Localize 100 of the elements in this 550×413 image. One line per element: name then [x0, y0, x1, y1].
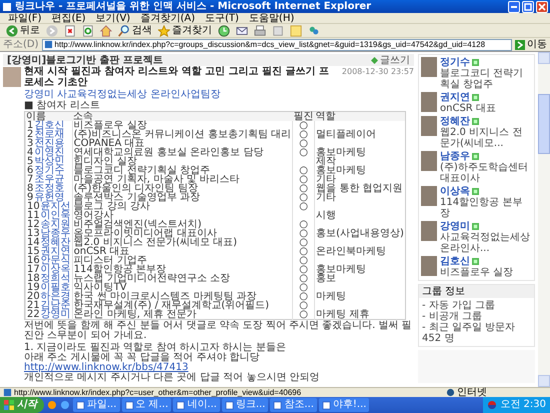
table-cell: 제작: [314, 157, 406, 166]
info-item: - 최근 일주일 방문자 452 명: [422, 322, 516, 344]
table-cell: ○: [292, 310, 315, 320]
row-number: 9: [27, 193, 34, 202]
name-link[interactable]: 강영미: [40, 310, 71, 319]
row-number: 22: [27, 310, 40, 319]
maximize-icon: [524, 2, 532, 10]
status-icon: [472, 59, 479, 66]
member-name[interactable]: 강영미: [440, 221, 470, 232]
favorites-button[interactable]: 즐겨찾기: [158, 24, 212, 36]
member-name[interactable]: 김호신: [440, 256, 470, 267]
print-icon[interactable]: [254, 24, 266, 36]
close-button[interactable]: [536, 0, 548, 12]
name-link[interactable]: 조우균: [34, 175, 64, 184]
menu-item[interactable]: 파일(F): [8, 12, 42, 24]
table-cell: 블로그코디 전략기획실 창업주: [72, 166, 293, 175]
history-icon[interactable]: [218, 24, 230, 36]
member-title: onCSR 대표: [440, 103, 497, 114]
taskbar-button[interactable]: 참조...: [270, 398, 317, 412]
menu-item[interactable]: 즐겨찾기(A): [140, 12, 195, 24]
home-icon[interactable]: [100, 24, 112, 36]
taskbar-button[interactable]: 네이...: [173, 398, 220, 412]
name-link[interactable]: 전진용: [34, 139, 64, 148]
row-number: 20: [27, 292, 40, 301]
language-icon[interactable]: [487, 400, 498, 410]
column-header: 역할: [314, 112, 406, 121]
name-link[interactable]: 안문식: [40, 256, 71, 265]
name-link[interactable]: 유헌영: [34, 193, 64, 202]
refresh-icon[interactable]: [82, 24, 94, 36]
member-name[interactable]: 정혜잔: [440, 116, 470, 127]
group-title: [강영미]블로그기반 출판 프로젝트: [7, 54, 164, 66]
name-link[interactable]: 천로재: [34, 130, 64, 139]
name-link[interactable]: 정혜잔: [40, 238, 71, 247]
back-button[interactable]: 뒤로: [6, 24, 40, 36]
author-link[interactable]: 강영미 사교육걱정없는세상 온라인사업팀장: [24, 89, 414, 100]
photo-placeholder: [421, 221, 437, 241]
taskbar-button[interactable]: 야후!...: [318, 398, 370, 412]
name-link[interactable]: 윤지선: [40, 202, 71, 211]
name-link[interactable]: 김호신: [34, 121, 64, 130]
row-number: 11: [27, 211, 40, 220]
quick-launch-icon[interactable]: [47, 400, 57, 410]
row-number: 14: [27, 238, 40, 247]
table-cell: ○: [292, 265, 315, 274]
name-link[interactable]: 조정호: [34, 184, 64, 193]
name-link[interactable]: 이상옥: [40, 265, 71, 274]
status-icon: [472, 223, 479, 230]
stop-icon[interactable]: [64, 24, 76, 36]
name-link[interactable]: 김남준: [40, 301, 71, 310]
photo-placeholder: [421, 256, 437, 276]
table-cell: ○: [292, 202, 315, 211]
name-link[interactable]: 남종우: [40, 229, 71, 238]
member-name[interactable]: 권지연: [440, 92, 470, 103]
table-cell: 기타: [314, 175, 406, 184]
messenger-icon[interactable]: [308, 24, 320, 36]
panel-title: 그룹 정보: [419, 285, 534, 298]
status-icon: [472, 153, 479, 160]
write-link[interactable]: 글쓰기: [371, 54, 410, 66]
mail-icon[interactable]: [236, 24, 248, 36]
name-link[interactable]: 이인욱: [40, 211, 71, 220]
note-icon[interactable]: [290, 24, 302, 36]
maximize-button[interactable]: [522, 0, 534, 12]
start-button[interactable]: 시작: [0, 397, 44, 413]
taskbar-button[interactable]: 오 제...: [122, 398, 172, 412]
name-link[interactable]: 송지원: [40, 220, 71, 229]
menu-item[interactable]: 도구(T): [205, 12, 239, 24]
window-title: 링크나우 - 프로페셔널을 위한 인맥 서비스 - Microsoft Internet Explorer: [15, 0, 372, 12]
table-cell: 홍보마케팅: [314, 265, 406, 274]
member-name[interactable]: 정기수: [440, 57, 470, 68]
member-name[interactable]: 이상옥: [440, 186, 470, 197]
search-button[interactable]: 검색: [118, 24, 152, 36]
scrollbar[interactable]: [538, 52, 550, 387]
name-link[interactable]: 권지연: [40, 247, 71, 256]
page-icon: [3, 388, 12, 397]
window-icon: [76, 400, 85, 410]
row-number: 10: [27, 202, 40, 211]
member-title: 웹2.0 비지니스 전문가(씨네모...: [440, 127, 524, 149]
table-cell: 홍보(사업내용영상): [314, 229, 406, 238]
menu-item[interactable]: 도움말(H): [248, 12, 294, 24]
name-link[interactable]: 이필호: [40, 283, 71, 292]
url-link[interactable]: http://www.linknow.kr/bbs/47413: [24, 363, 414, 373]
member-name[interactable]: 남종우: [440, 151, 470, 162]
table-cell: 피디스터 기업주: [72, 256, 293, 265]
menu-item[interactable]: 편집(E): [52, 12, 86, 24]
name-link[interactable]: 이영진: [34, 148, 64, 157]
name-link[interactable]: 하은경: [40, 292, 71, 301]
body-text: 1. 지금이라도 필진과 역할로 참여 하시고자 하시는 분들은: [24, 343, 287, 353]
go-button[interactable]: 이동: [515, 38, 547, 50]
row-number: 6: [27, 166, 34, 175]
menu-item[interactable]: 보기(V): [96, 12, 130, 24]
taskbar-button[interactable]: 링크...: [222, 398, 268, 412]
taskbar-button[interactable]: 파일...: [73, 398, 120, 412]
table-cell: 온라인북마케팅: [314, 247, 406, 256]
minimize-button[interactable]: [508, 0, 520, 12]
name-link[interactable]: 정희석: [40, 274, 71, 283]
name-link[interactable]: 박상민: [34, 157, 64, 166]
info-item: - 비공개 그룹: [422, 311, 483, 322]
photo-placeholder: [421, 92, 437, 112]
page-icon: [44, 40, 53, 49]
address-field[interactable]: http://www.linknow.kr/index.php?c=groups_discussion&m=dcs_view_list&gnet=&guid=1319&gs_uid=47542&gd_uid=4128: [42, 38, 512, 50]
name-link[interactable]: 정기수: [34, 166, 64, 175]
